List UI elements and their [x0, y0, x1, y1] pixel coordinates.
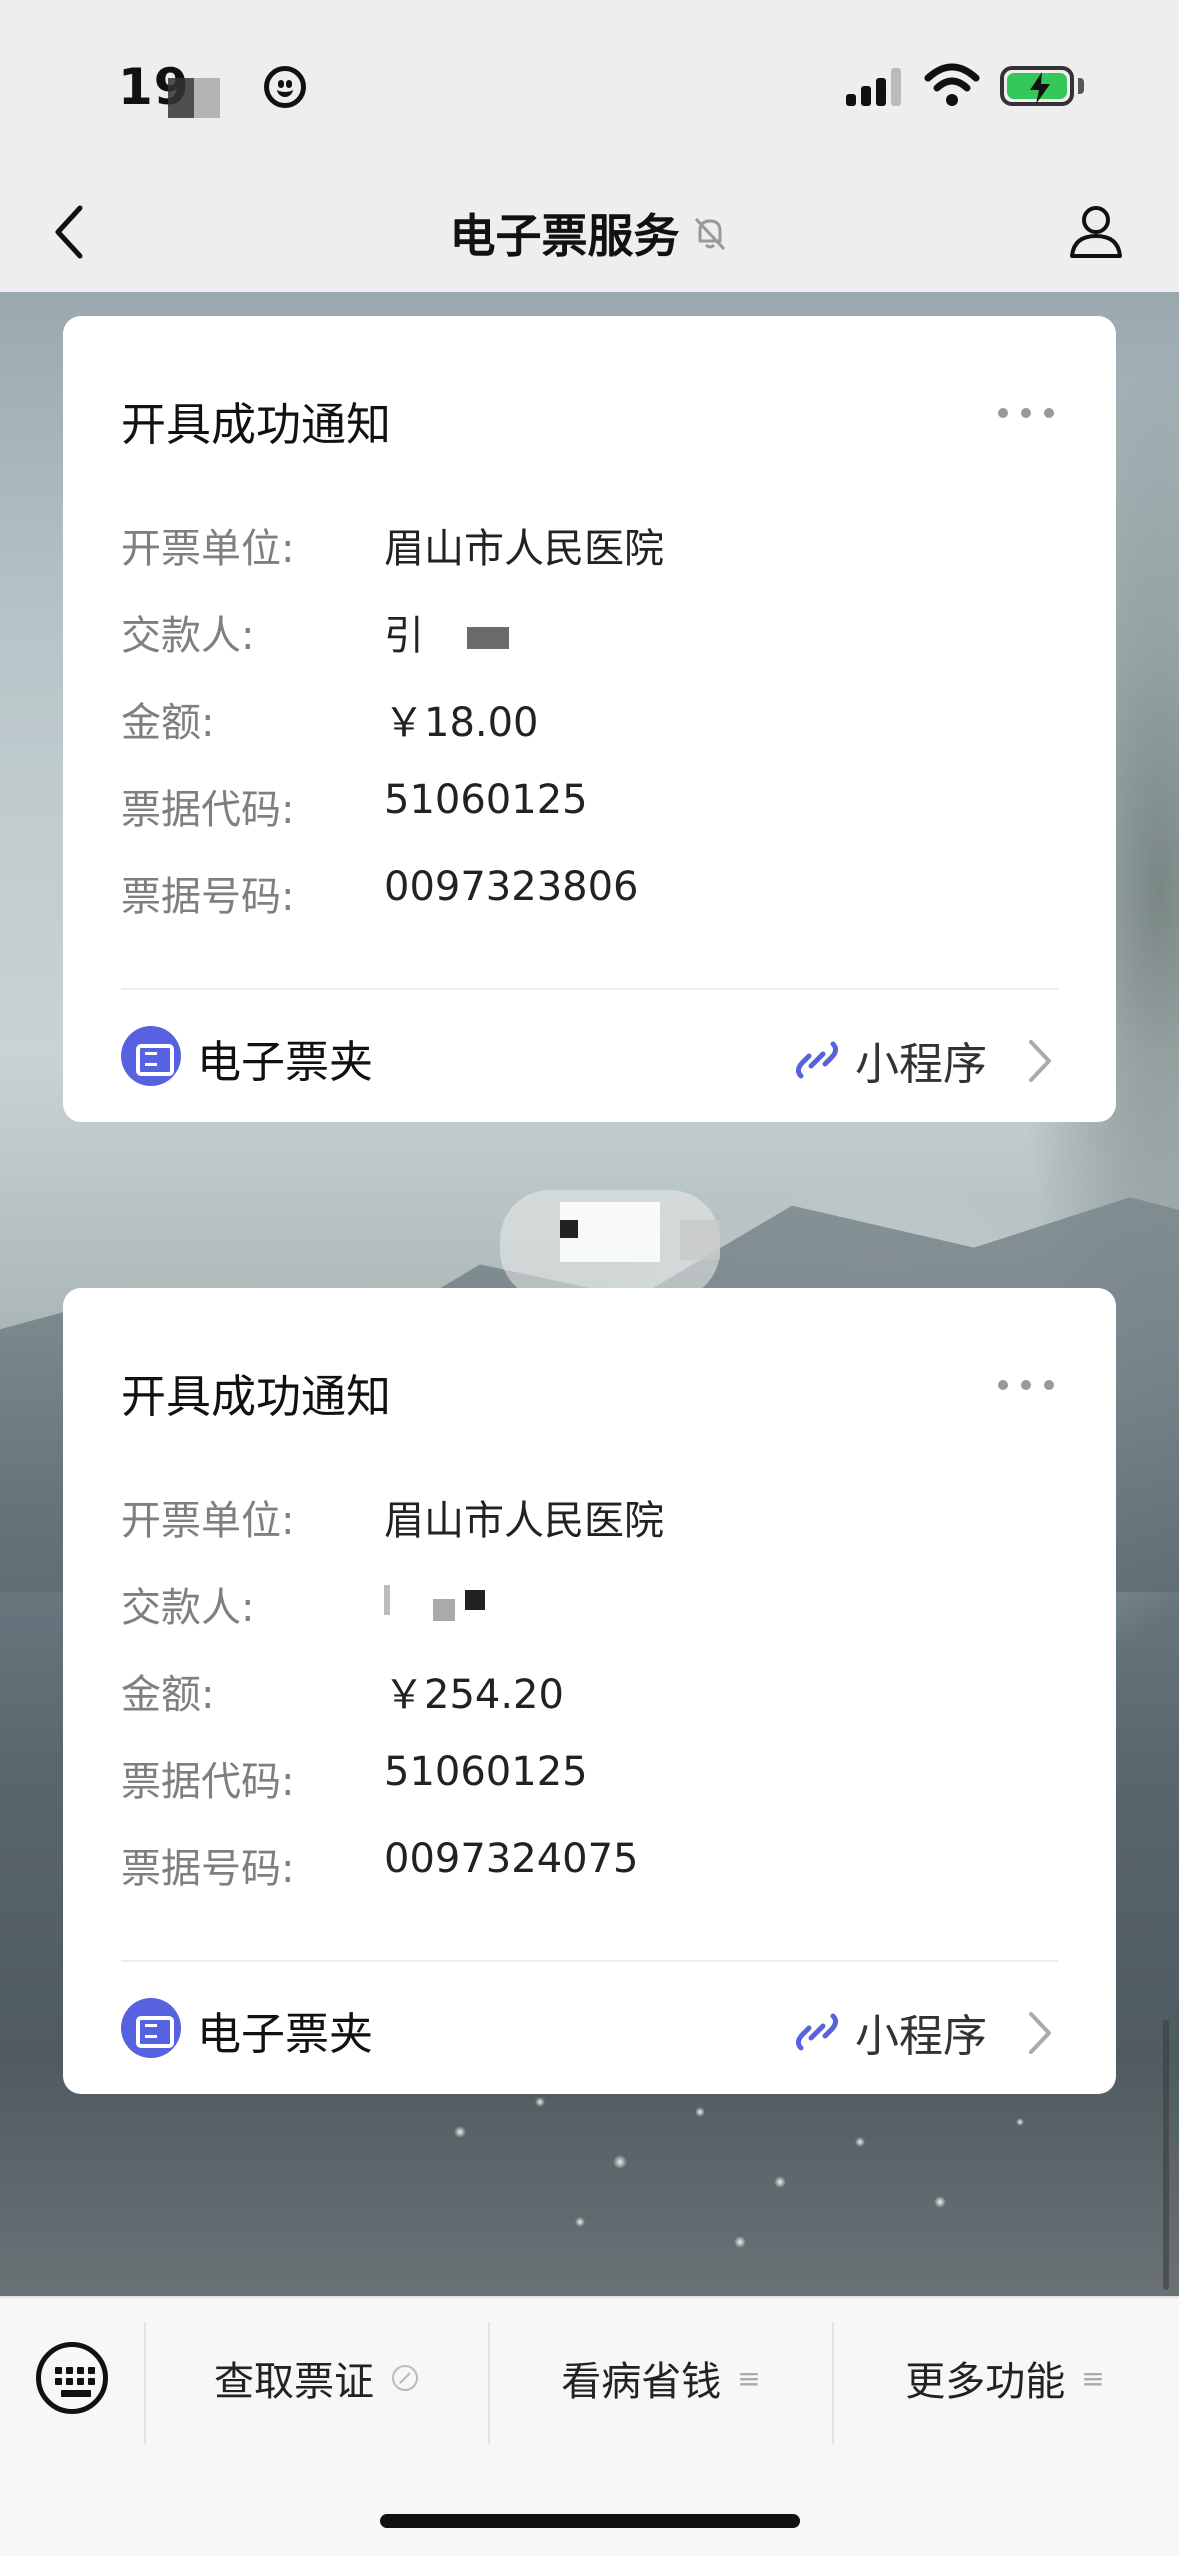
battery-cap: [1078, 78, 1084, 94]
link-icon: [392, 2365, 418, 2391]
status-bar: 19: [0, 0, 1179, 170]
mini-program-icon[interactable]: [793, 2008, 841, 2056]
page-title: 电子票服务: [449, 209, 680, 263]
more-options-icon[interactable]: [998, 1378, 1054, 1392]
wallet-icon[interactable]: [121, 1026, 181, 1086]
mini-program-link[interactable]: 小程序: [855, 2000, 987, 2064]
status-time-mask: [168, 78, 220, 118]
list-icon: ≡: [737, 2361, 761, 2395]
menu-item-more[interactable]: 更多功能 ≡: [834, 2342, 1176, 2414]
redacted-mask: [465, 1590, 486, 1610]
redacted-mask: [384, 1585, 390, 1615]
scrollbar[interactable]: [1163, 2020, 1169, 2290]
redacted-mask: [432, 1599, 455, 1621]
card-title: 开具成功通知: [121, 1370, 392, 1423]
chevron-right-icon[interactable]: [1025, 2010, 1055, 2056]
battery-icon: [1000, 66, 1074, 106]
navigation-bar: 电子票服务: [0, 170, 1179, 292]
card-divider: [121, 1960, 1058, 1962]
mini-program-icon[interactable]: [793, 1036, 841, 1084]
notification-card[interactable]: 开具成功通知 开票单位: 眉山市人民医院 交款人: 金额: ￥254.20 票据…: [63, 1288, 1116, 2094]
wifi-icon: [924, 63, 980, 106]
redacted-mask: [466, 627, 509, 649]
timestamp-chip: [500, 1190, 720, 1300]
bell-slash-icon: [694, 217, 725, 251]
card-divider: [121, 988, 1058, 990]
home-indicator[interactable]: [380, 2514, 800, 2528]
mini-program-link[interactable]: 小程序: [855, 1028, 987, 1092]
list-icon: ≡: [1081, 2361, 1105, 2395]
wallet-icon[interactable]: [121, 1998, 181, 2058]
payer-name: 引: [384, 613, 424, 659]
wallet-link[interactable]: 电子票夹: [197, 1026, 373, 1090]
chevron-right-icon[interactable]: [1025, 1038, 1055, 1084]
menu-item-query-tickets[interactable]: 查取票证: [146, 2342, 488, 2414]
cellular-signal-icon: [846, 68, 902, 106]
menu-item-save-money[interactable]: 看病省钱 ≡: [490, 2342, 832, 2414]
more-options-icon[interactable]: [998, 406, 1054, 420]
keyboard-icon[interactable]: [36, 2342, 108, 2414]
card-title: 开具成功通知: [121, 398, 392, 451]
background-sparkles: [420, 2072, 1120, 2272]
person-icon[interactable]: [1066, 200, 1126, 260]
notification-card[interactable]: 开具成功通知 开票单位: 眉山市人民医院 交款人: 引 金额: ￥18.00 票…: [63, 316, 1116, 1122]
wallet-link[interactable]: 电子票夹: [197, 1998, 373, 2062]
smiley-icon: [264, 66, 306, 108]
